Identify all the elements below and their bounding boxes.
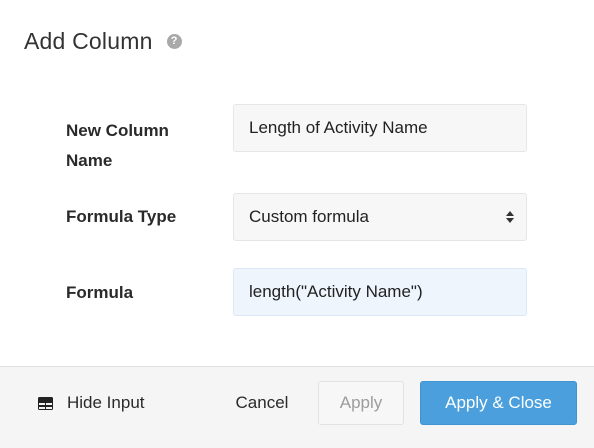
new-column-name-label-line1: New Column xyxy=(66,121,169,140)
apply-button[interactable]: Apply xyxy=(318,381,404,425)
new-column-name-input[interactable]: Length of Activity Name xyxy=(233,104,527,152)
formula-type-selected-value: Custom formula xyxy=(249,207,369,226)
select-arrows-icon xyxy=(506,211,514,223)
hide-input-label: Hide Input xyxy=(67,393,145,412)
dialog-header: Add Column ? xyxy=(24,28,182,55)
new-column-name-label-line2: Name xyxy=(66,151,113,170)
apply-and-close-button[interactable]: Apply & Close xyxy=(420,381,577,425)
question-circle-icon[interactable]: ? xyxy=(166,34,182,49)
dialog-footer: Hide Input Cancel Apply Apply & Close xyxy=(0,366,594,448)
dialog-title: Add Column xyxy=(24,28,153,54)
hide-input-button[interactable]: Hide Input xyxy=(38,367,145,439)
formula-value: length("Activity Name") xyxy=(249,282,423,301)
formula-type-select[interactable]: Custom formula xyxy=(233,193,527,241)
formula-label: Formula xyxy=(66,283,134,302)
formula-type-label: Formula Type xyxy=(66,207,177,226)
new-column-name-value: Length of Activity Name xyxy=(249,118,428,137)
new-column-name-label: New Column Name xyxy=(66,116,169,176)
table-icon xyxy=(38,396,53,410)
add-column-dialog: Add Column ? New Column Name Length of A… xyxy=(0,0,594,448)
formula-input[interactable]: length("Activity Name") xyxy=(233,268,527,316)
cancel-button[interactable]: Cancel xyxy=(220,381,304,425)
